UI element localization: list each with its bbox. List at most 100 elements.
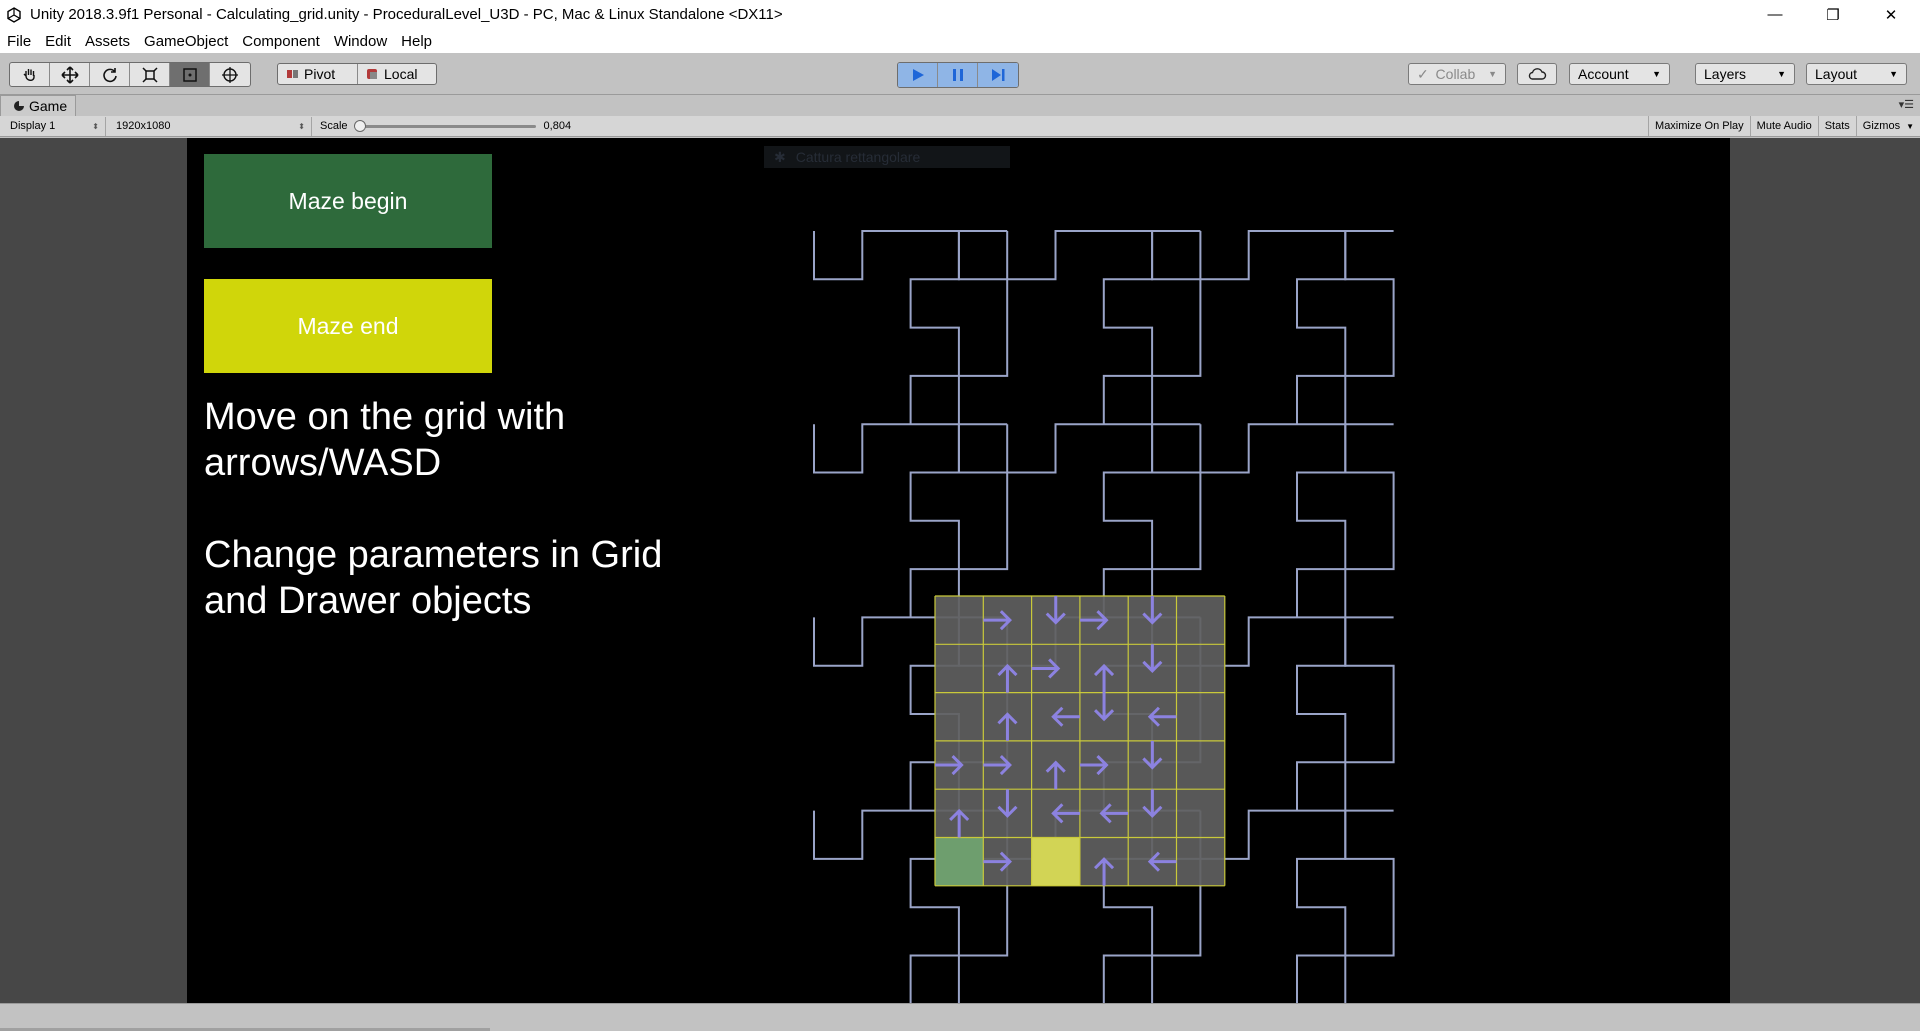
instruction-move: Move on the grid with arrows/WASD (204, 396, 566, 484)
menu-assets[interactable]: Assets (78, 33, 137, 50)
account-dropdown[interactable]: Account ▼ (1569, 63, 1670, 85)
maze-line (813, 423, 960, 618)
maze-end-label: Maze end (297, 312, 399, 339)
updown-icon: ⬍ (92, 121, 99, 131)
hand-tool-button[interactable] (10, 63, 50, 86)
maze-line (1344, 616, 1395, 811)
pause-icon (952, 69, 963, 81)
scale-value: 0,804 (543, 120, 572, 132)
layers-label: Layers (1704, 66, 1747, 82)
menu-help[interactable]: Help (394, 33, 439, 50)
instructions: Move on the grid with arrows/WASD Change… (204, 394, 704, 670)
game-view-options: Maximize On Play Mute Audio Stats Gizmos… (1648, 116, 1920, 137)
maze-end-button[interactable]: Maze end (204, 279, 492, 373)
rect-tool-icon (182, 67, 197, 82)
playmode-controls (897, 62, 1019, 88)
resolution-select[interactable]: 1920x1080 ⬍ (106, 116, 312, 136)
transform-tool-button[interactable] (210, 63, 250, 86)
rotate-tool-button[interactable] (90, 63, 130, 86)
stats-toggle[interactable]: Stats (1817, 116, 1856, 136)
pivot-button[interactable]: Pivot (278, 64, 358, 84)
maze-line (1199, 423, 1347, 618)
maze-line (1199, 230, 1347, 425)
menu-window[interactable]: Window (327, 33, 394, 50)
scale-slider-thumb[interactable] (353, 119, 366, 132)
play-button[interactable] (898, 63, 938, 87)
menu-edit[interactable]: Edit (38, 33, 78, 50)
pivot-toggle-group: Pivot Local (277, 63, 437, 85)
tab-game[interactable]: Game (0, 95, 77, 116)
chevron-down-icon: ▼ (1889, 69, 1898, 79)
local-icon (367, 69, 377, 79)
rect-tool-button[interactable] (170, 63, 210, 86)
start-cell (935, 837, 984, 886)
updown-icon: ⬍ (298, 121, 305, 131)
collab-check-icon: ✓ (1417, 65, 1429, 82)
pause-button[interactable] (938, 63, 978, 87)
local-button[interactable]: Local (358, 64, 436, 84)
game-viewport: ✱ Cattura rettangolare Maze begin Maze e… (0, 138, 1920, 1003)
move-tool-icon (60, 65, 79, 84)
minimize-icon: — (1767, 6, 1783, 23)
display-select[interactable]: Display 1 ⬍ (0, 116, 106, 136)
maze-line (1006, 230, 1154, 425)
cloud-icon (1528, 68, 1547, 80)
restore-button[interactable]: ❐ (1804, 0, 1862, 29)
game-tab-bar: Game ▾☰ (0, 95, 1920, 116)
scale-tool-button[interactable] (130, 63, 170, 86)
pivot-icon (287, 70, 298, 78)
tab-game-label: Game (29, 98, 68, 114)
game-controller-icon (14, 101, 24, 111)
step-icon (992, 69, 1005, 81)
maximize-on-play-toggle[interactable]: Maximize On Play (1648, 116, 1750, 136)
gizmos-dropdown[interactable]: Gizmos ▼ (1855, 116, 1920, 136)
layout-label: Layout (1815, 66, 1858, 82)
tab-menu-icon[interactable]: ▾☰ (1899, 98, 1914, 111)
maze-line (1344, 423, 1395, 618)
gizmos-label: Gizmos (1862, 120, 1901, 132)
goal-cell (1031, 837, 1080, 886)
collab-label: Collab (1435, 66, 1476, 82)
layers-dropdown[interactable]: Layers ▼ (1695, 63, 1795, 85)
play-icon (912, 69, 924, 81)
menu-component[interactable]: Component (235, 33, 327, 50)
mute-audio-toggle[interactable]: Mute Audio (1749, 116, 1818, 136)
cloud-button[interactable] (1517, 63, 1557, 85)
layout-dropdown[interactable]: Layout ▼ (1806, 63, 1907, 85)
chevron-down-icon: ▼ (1488, 69, 1497, 79)
chevron-down-icon: ▼ (1777, 69, 1786, 79)
status-bar (0, 1003, 1920, 1031)
maze-line (957, 230, 1009, 425)
close-icon: ✕ (1884, 6, 1898, 24)
unity-logo-icon (7, 6, 21, 23)
game-view-toolbar: Display 1 ⬍ 1920x1080 ⬍ Scale 0,804 Maxi… (0, 116, 1920, 137)
pivot-label: Pivot (304, 66, 336, 82)
resolution-value: 1920x1080 (116, 120, 171, 132)
hand-tool-icon (23, 68, 35, 81)
menu-file[interactable]: File (0, 33, 38, 50)
move-tool-button[interactable] (50, 63, 90, 86)
main-toolbar: Pivot Local ✓ Collab ▼ Account ▼ Layers … (0, 53, 1920, 95)
maze-begin-button[interactable]: Maze begin (204, 154, 492, 248)
menu-bar: File Edit Assets GameObject Component Wi… (0, 29, 1920, 53)
maze-line (1151, 230, 1202, 425)
minimize-button[interactable]: — (1746, 0, 1804, 29)
game-render-area[interactable]: ✱ Cattura rettangolare Maze begin Maze e… (187, 138, 1730, 1003)
display-value: Display 1 (10, 120, 56, 132)
maze-line (1344, 809, 1395, 1003)
scale-tool-icon (141, 66, 158, 83)
step-button[interactable] (978, 63, 1018, 87)
rotate-tool-icon (102, 67, 117, 82)
collab-dropdown[interactable]: ✓ Collab ▼ (1408, 63, 1506, 85)
restore-icon: ❐ (1826, 6, 1840, 24)
close-button[interactable]: ✕ (1862, 0, 1920, 29)
instruction-parameters: Change parameters in Grid and Drawer obj… (204, 534, 663, 622)
window-title: Unity 2018.3.9f1 Personal - Calculating_… (30, 6, 783, 23)
maze-begin-label: Maze begin (288, 187, 408, 214)
maze-line (813, 230, 960, 425)
maze-line (1151, 423, 1202, 618)
maze-line (957, 423, 1009, 618)
menu-gameobject[interactable]: GameObject (137, 33, 235, 50)
title-bar: Unity 2018.3.9f1 Personal - Calculating_… (0, 0, 1920, 29)
scale-slider[interactable] (353, 119, 536, 132)
